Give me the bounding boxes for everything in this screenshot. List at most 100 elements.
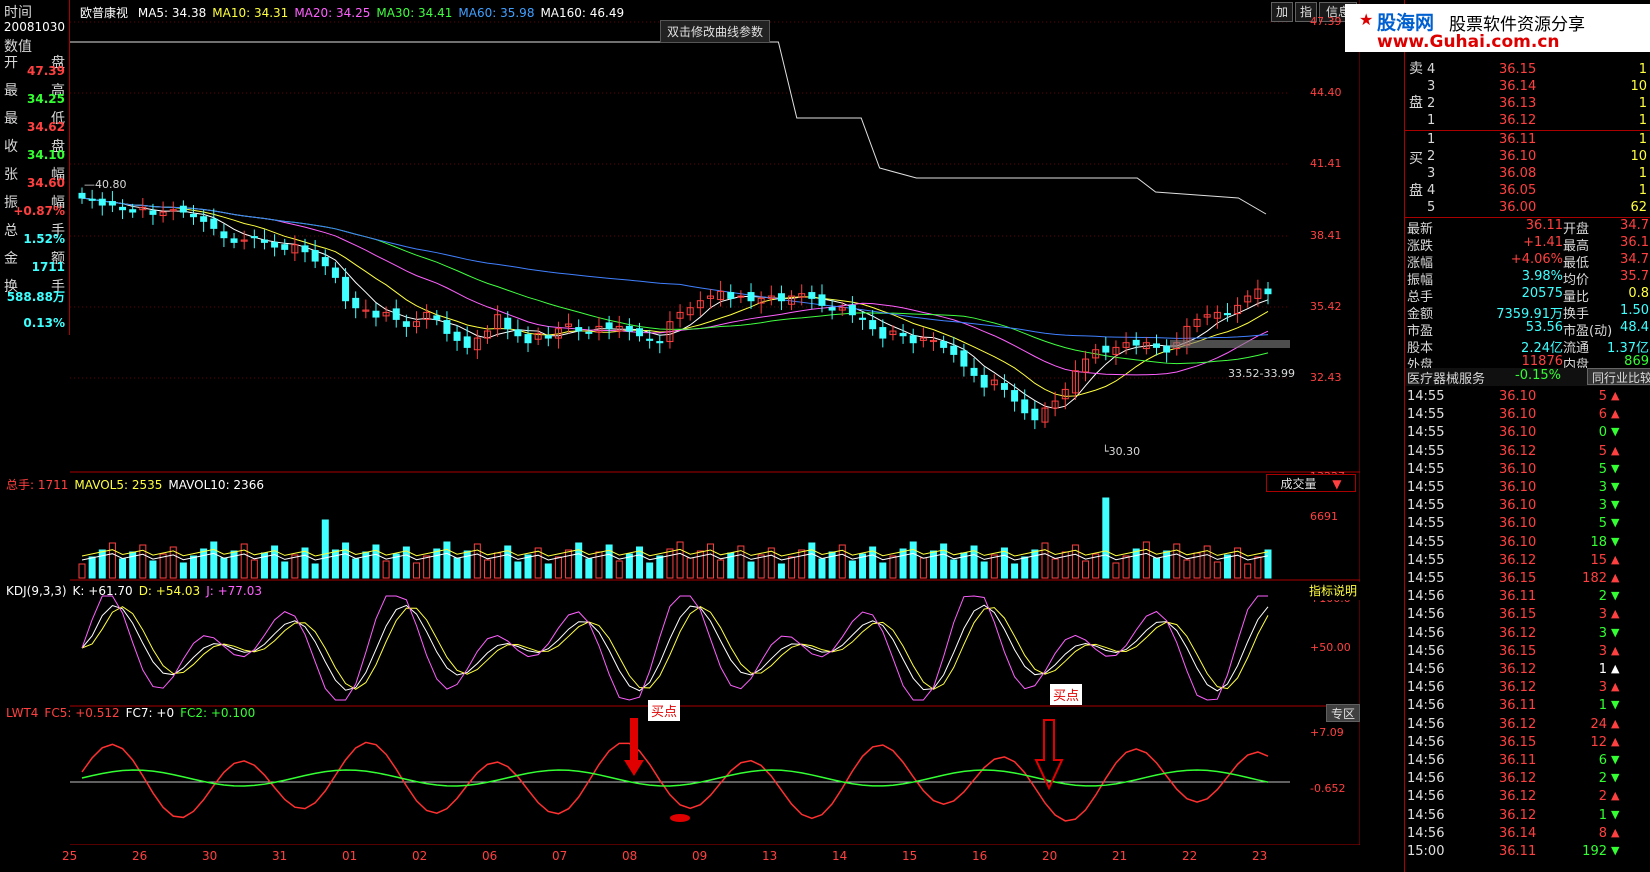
volume-bar [524, 554, 532, 579]
candle-body [149, 210, 157, 215]
arrow-down-icon: ▼ [1611, 498, 1620, 512]
chart-area[interactable]: 欧普康视 MA5: 34.38 MA10: 34.31 MA20: 34.25 MA3… [6, 0, 1361, 863]
tick-row[interactable]: 14:56 36.12 2 ▼ [1405, 771, 1650, 789]
volume-bar [615, 560, 623, 579]
tick-row[interactable]: 14:55 36.10 0 ▼ [1405, 425, 1650, 443]
candle-body [1102, 345, 1110, 353]
tick-row[interactable]: 14:55 36.10 3 ▼ [1405, 498, 1650, 516]
volume-bar [980, 561, 988, 579]
tick-row[interactable]: 14:55 36.10 5 ▼ [1405, 516, 1650, 534]
tick-row[interactable]: 14:56 36.12 3 ▲ [1405, 680, 1650, 698]
kline-chart[interactable] [70, 0, 1361, 846]
tick-row[interactable]: 14:56 36.11 1 ▼ [1405, 698, 1650, 716]
tick-row[interactable]: 14:56 36.14 8 ▲ [1405, 826, 1650, 844]
tick-row[interactable]: 15:00 36.11 192 ▼ [1405, 844, 1650, 862]
arrow-up-icon: ▲ [1611, 571, 1620, 584]
candle-body [402, 321, 410, 327]
volume-bar [1142, 541, 1150, 579]
date-axis-label: 23 [1252, 849, 1268, 863]
tick-row[interactable]: 14:56 36.12 1 ▼ [1405, 808, 1650, 826]
tick-row[interactable]: 14:55 36.10 5 ▲ [1405, 389, 1650, 407]
arrow-up-icon: ▲ [1611, 643, 1620, 657]
sell-row: 4 36.15 1 [1405, 62, 1650, 80]
date-axis-label: 30 [202, 849, 218, 863]
tick-row[interactable]: 14:55 36.10 6 ▲ [1405, 407, 1650, 425]
candle-body [544, 335, 552, 339]
tick-volume: 3 [1598, 498, 1607, 514]
tick-row[interactable]: 14:56 36.12 24 ▲ [1405, 717, 1650, 735]
volume-bar [788, 556, 796, 579]
range-annotation: 33.52-33.99 [1228, 367, 1295, 380]
tick-time: 14:56 [1407, 716, 1445, 732]
candle-body [443, 320, 451, 334]
arrow-up-icon: ▲ [1611, 662, 1620, 675]
tick-row[interactable]: 14:56 36.15 3 ▲ [1405, 644, 1650, 662]
candle-body [281, 244, 289, 250]
tick-time: 14:56 [1407, 753, 1445, 768]
candle-body [1011, 390, 1019, 402]
candle-body [230, 238, 238, 243]
candle-body [433, 315, 441, 320]
candle-body [625, 325, 633, 332]
sell-price: 36.13 [1499, 96, 1537, 111]
stats-value: 20575 [1521, 286, 1563, 301]
candle-body [220, 231, 228, 239]
date-axis-label: 02 [412, 849, 428, 863]
buy-row: 1 36.11 1 [1405, 132, 1650, 150]
zone-button[interactable]: 专区 [1326, 704, 1360, 722]
volume-bar [889, 555, 897, 579]
tick-price: 36.11 [1499, 844, 1537, 859]
tick-row[interactable]: 14:55 36.12 15 ▲ [1405, 553, 1650, 571]
volume-bar [666, 548, 674, 579]
tick-volume: 0 [1598, 425, 1607, 441]
volume-bar [1041, 542, 1049, 579]
candle-body [108, 201, 116, 206]
candle-body [1152, 343, 1160, 348]
arrow-down-icon: ▼ [1611, 425, 1620, 439]
tick-row[interactable]: 14:56 36.15 3 ▲ [1405, 607, 1650, 625]
tick-row[interactable]: 14:56 36.11 2 ▼ [1405, 589, 1650, 607]
candle-body [524, 334, 532, 344]
left-info-value: +0.87% [13, 204, 65, 218]
ma60-line [81, 197, 1269, 339]
tick-price: 36.10 [1499, 534, 1537, 550]
arrow-down-icon: ▼ [1611, 807, 1620, 821]
add-button[interactable]: 加 [1271, 2, 1293, 22]
volume-dropdown[interactable]: 成交量 ▼ [1266, 474, 1356, 492]
arrow-up-icon: ▲ [1611, 716, 1620, 730]
volume-bar [1213, 561, 1221, 579]
candle-body [1132, 339, 1140, 346]
tick-row[interactable]: 14:55 36.10 3 ▼ [1405, 480, 1650, 498]
candle-body [818, 294, 826, 306]
tick-row[interactable]: 14:55 36.10 18 ▼ [1405, 535, 1650, 553]
arrow-up-icon: ▲ [1611, 552, 1620, 566]
tick-row[interactable]: 14:56 36.15 12 ▲ [1405, 735, 1650, 753]
tick-row[interactable]: 14:56 36.12 2 ▲ [1405, 789, 1650, 807]
tick-row[interactable]: 14:55 36.15 182 ▲ [1405, 571, 1650, 589]
buy-price: 36.08 [1499, 166, 1537, 181]
volume-bar [929, 550, 937, 579]
sector-name: 医疗器械服务 [1407, 372, 1486, 387]
tick-row[interactable]: 14:55 36.12 5 ▲ [1405, 444, 1650, 462]
indicator-help-button[interactable]: 指标说明 [1306, 582, 1360, 600]
stats-value: +4.06% [1510, 252, 1563, 267]
volume-bar [717, 559, 725, 579]
tick-row[interactable]: 14:55 36.10 5 ▼ [1405, 462, 1650, 480]
buy-point-label-2: 买点 [1050, 684, 1083, 705]
candle-body [575, 327, 583, 332]
volume-bar [1152, 557, 1160, 579]
tick-row[interactable]: 14:56 36.12 1 ▲ [1405, 662, 1650, 680]
candle-body [585, 331, 593, 334]
volume-bar [1021, 556, 1029, 579]
volume-bar [453, 557, 461, 579]
volume-bar [463, 550, 471, 579]
volume-bar [210, 541, 218, 579]
buy-volume: 62 [1630, 200, 1647, 215]
date-axis-label: 16 [972, 849, 988, 863]
volume-bar [1122, 555, 1130, 579]
quote-panel: ★ 股海网 股票软件资源分享 www.Guhai.com.cn 卖盘买盘 4 36.… [1345, 0, 1650, 872]
candle-body [352, 297, 360, 309]
peer-compare-button[interactable]: 同行业比较 [1587, 368, 1650, 385]
tick-row[interactable]: 14:56 36.11 6 ▼ [1405, 753, 1650, 771]
tick-row[interactable]: 14:56 36.12 3 ▼ [1405, 626, 1650, 644]
